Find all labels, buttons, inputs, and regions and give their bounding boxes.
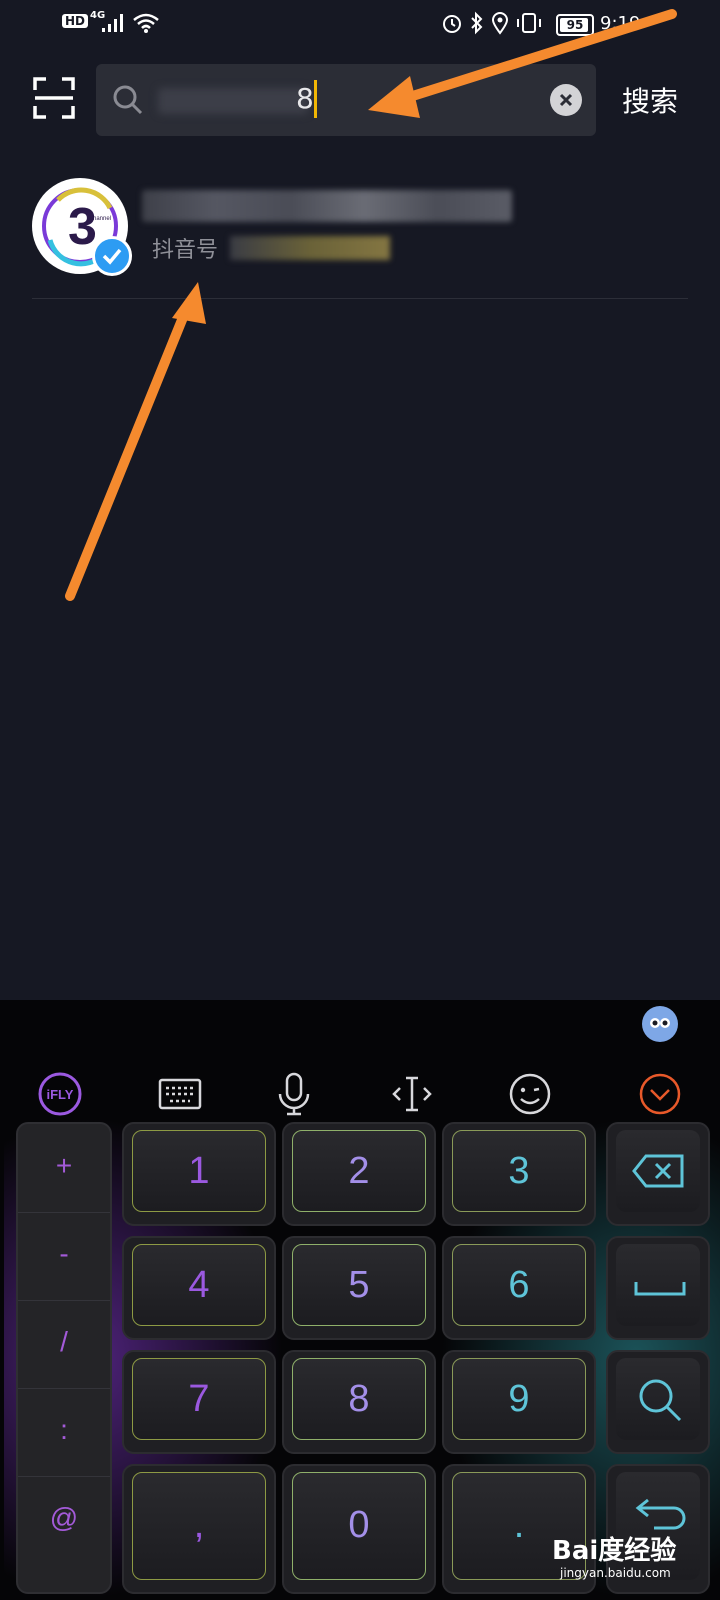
wifi-icon	[133, 13, 159, 33]
watermark-brand: Bai度经验	[552, 1536, 677, 1566]
check-icon	[102, 248, 122, 265]
keyboard-icon[interactable]	[156, 1070, 204, 1118]
number-key-label: 0	[348, 1504, 370, 1546]
status-bar: HD 4G 95 9:19	[0, 0, 720, 48]
clock: 9:19	[600, 13, 641, 34]
search-key[interactable]	[606, 1350, 710, 1454]
emoji-icon[interactable]	[506, 1070, 554, 1118]
search-query-suffix: 8	[296, 82, 314, 115]
symbol-key-colon[interactable]: :	[18, 1388, 110, 1477]
mascot-icon[interactable]	[642, 1006, 678, 1042]
divider	[32, 298, 688, 299]
symbol-label: -	[59, 1238, 69, 1269]
redacted-account-id	[230, 236, 390, 260]
account-id-label: 抖音号	[152, 238, 219, 263]
watermark-url: jingyan.baidu.com	[560, 1566, 671, 1580]
search-button[interactable]: 搜索	[622, 80, 678, 120]
close-icon	[559, 93, 573, 107]
number-key-label: 5	[348, 1264, 370, 1306]
alarm-icon	[443, 15, 461, 33]
number-key-label: 1	[188, 1150, 210, 1192]
battery-icon: 95	[556, 14, 594, 36]
number-key-0-1[interactable]: 2	[282, 1122, 436, 1226]
ifly-logo-button[interactable]: iFLY	[36, 1070, 84, 1118]
backspace-icon	[632, 1154, 684, 1188]
number-key-3-0[interactable]: ,	[122, 1464, 276, 1594]
search-input[interactable]: 8	[96, 64, 596, 136]
number-key-2-2[interactable]: 9	[442, 1350, 596, 1454]
number-key-1-1[interactable]: 5	[282, 1236, 436, 1340]
number-key-label: 6	[508, 1264, 530, 1306]
signal-icon	[102, 14, 123, 32]
number-key-label: 7	[188, 1378, 210, 1420]
number-key-label: ,	[193, 1504, 205, 1546]
cursor-move-icon[interactable]	[388, 1070, 436, 1118]
mascot-face-icon	[650, 1018, 670, 1028]
avatar-caption: channel	[90, 216, 111, 222]
arrow-to-account-id	[65, 282, 206, 601]
symbol-label: @	[49, 1502, 79, 1533]
number-key-label: 8	[348, 1378, 370, 1420]
number-key-1-2[interactable]: 6	[442, 1236, 596, 1340]
location-icon	[491, 12, 509, 35]
space-key[interactable]	[606, 1236, 710, 1340]
number-key-0-0[interactable]: 1	[122, 1122, 276, 1226]
number-key-label: 2	[348, 1150, 370, 1192]
symbol-key-at[interactable]: @	[18, 1476, 110, 1564]
backspace-key[interactable]	[606, 1122, 710, 1226]
collapse-keyboard-icon[interactable]	[636, 1070, 684, 1118]
number-key-label: 4	[188, 1264, 210, 1306]
search-icon	[113, 85, 143, 115]
symbol-label: :	[60, 1414, 68, 1445]
number-key-2-0[interactable]: 7	[122, 1350, 276, 1454]
number-key-2-1[interactable]: 8	[282, 1350, 436, 1454]
ifly-brand: iFLY	[47, 1087, 74, 1102]
text-cursor	[314, 80, 317, 118]
vibrate-icon	[517, 13, 541, 33]
scan-icon[interactable]	[32, 76, 76, 120]
microphone-icon[interactable]	[270, 1070, 318, 1118]
clear-button[interactable]	[550, 84, 582, 116]
watermark: Bai度经验 jingyan.baidu.com	[552, 1530, 712, 1590]
number-key-label: 3	[508, 1150, 530, 1192]
ifly-icon: iFLY	[38, 1072, 82, 1116]
symbol-label: /	[60, 1326, 68, 1357]
number-key-label: 9	[508, 1378, 530, 1420]
bluetooth-icon	[471, 11, 483, 35]
number-key-1-0[interactable]: 4	[122, 1236, 276, 1340]
battery-level: 95	[566, 18, 584, 32]
number-key-0-2[interactable]: 3	[442, 1122, 596, 1226]
symbol-key-slash[interactable]: /	[18, 1300, 110, 1389]
hd-badge: HD	[62, 14, 89, 28]
space-icon	[634, 1282, 686, 1296]
symbol-column: + - / : @	[16, 1122, 112, 1594]
number-key-3-1[interactable]: 0	[282, 1464, 436, 1594]
redacted-query	[158, 88, 308, 114]
verified-badge	[92, 236, 132, 276]
redacted-account-name	[142, 190, 512, 222]
symbol-label: +	[55, 1150, 73, 1181]
symbol-key-minus[interactable]: -	[18, 1212, 110, 1301]
search-result-item[interactable]: 3 channel 抖音号	[32, 178, 688, 298]
search-icon	[639, 1379, 682, 1422]
symbol-key-plus[interactable]: +	[18, 1124, 110, 1213]
